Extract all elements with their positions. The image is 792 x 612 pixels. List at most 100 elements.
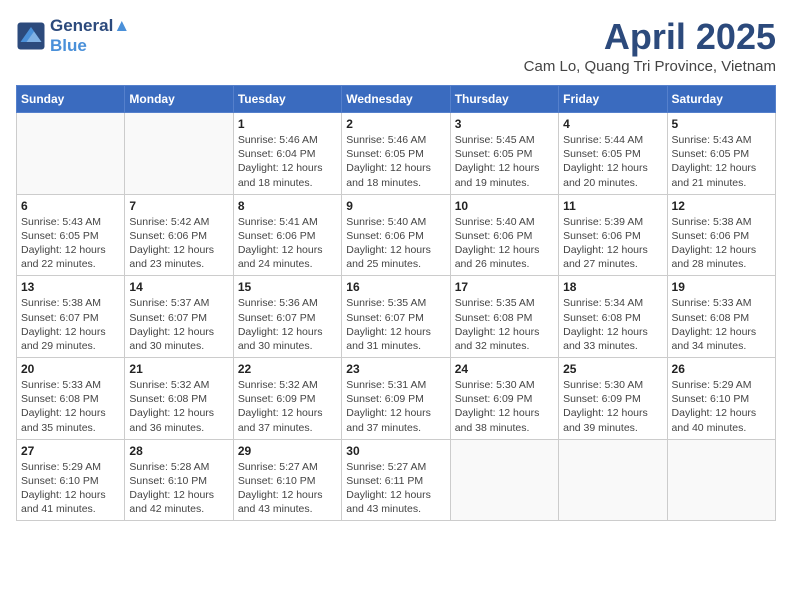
col-header-friday: Friday bbox=[559, 86, 667, 113]
col-header-saturday: Saturday bbox=[667, 86, 775, 113]
calendar-cell: 1 Sunrise: 5:46 AMSunset: 6:04 PMDaylight… bbox=[233, 113, 341, 195]
day-info: Sunrise: 5:43 AMSunset: 6:05 PMDaylight:… bbox=[672, 133, 771, 190]
day-info: Sunrise: 5:27 AMSunset: 6:11 PMDaylight:… bbox=[346, 460, 445, 517]
page-header: General▲ Blue April 2025 Cam Lo, Quang T… bbox=[16, 16, 776, 75]
day-number: 23 bbox=[346, 362, 445, 376]
calendar-table: SundayMondayTuesdayWednesdayThursdayFrid… bbox=[16, 85, 776, 521]
day-number: 3 bbox=[455, 117, 554, 131]
day-number: 15 bbox=[238, 280, 337, 294]
day-info: Sunrise: 5:37 AMSunset: 6:07 PMDaylight:… bbox=[129, 296, 228, 353]
calendar-cell: 28Sunrise: 5:28 AMSunset: 6:10 PMDayligh… bbox=[125, 439, 233, 521]
calendar-week-row: 20 Sunrise: 5:33 AMSunset: 6:08 PMDayligh… bbox=[17, 358, 776, 440]
calendar-week-row: 27Sunrise: 5:29 AMSunset: 6:10 PMDayligh… bbox=[17, 439, 776, 521]
calendar-cell: 27Sunrise: 5:29 AMSunset: 6:10 PMDayligh… bbox=[17, 439, 125, 521]
day-info: Sunrise: 5:33 AMSunset: 6:08 PMDaylight:… bbox=[21, 378, 120, 435]
calendar-cell: 2Sunrise: 5:46 AMSunset: 6:05 PMDaylight… bbox=[342, 113, 450, 195]
day-info: Sunrise: 5:30 AMSunset: 6:09 PMDaylight:… bbox=[563, 378, 662, 435]
logo-icon bbox=[16, 21, 46, 51]
day-number: 10 bbox=[455, 199, 554, 213]
calendar-week-row: 1 Sunrise: 5:46 AMSunset: 6:04 PMDaylight… bbox=[17, 113, 776, 195]
calendar-cell: 11 Sunrise: 5:39 AMSunset: 6:06 PMDayligh… bbox=[559, 194, 667, 276]
calendar-cell: 25 Sunrise: 5:30 AMSunset: 6:09 PMDayligh… bbox=[559, 358, 667, 440]
logo: General▲ Blue bbox=[16, 16, 130, 56]
day-number: 17 bbox=[455, 280, 554, 294]
day-number: 7 bbox=[129, 199, 228, 213]
col-header-wednesday: Wednesday bbox=[342, 86, 450, 113]
col-header-sunday: Sunday bbox=[17, 86, 125, 113]
day-info: Sunrise: 5:32 AMSunset: 6:09 PMDaylight:… bbox=[238, 378, 337, 435]
calendar-cell: 8 Sunrise: 5:41 AMSunset: 6:06 PMDaylight… bbox=[233, 194, 341, 276]
calendar-cell: 19 Sunrise: 5:33 AMSunset: 6:08 PMDayligh… bbox=[667, 276, 775, 358]
calendar-cell bbox=[125, 113, 233, 195]
calendar-cell: 7 Sunrise: 5:42 AMSunset: 6:06 PMDaylight… bbox=[125, 194, 233, 276]
day-info: Sunrise: 5:27 AMSunset: 6:10 PMDaylight:… bbox=[238, 460, 337, 517]
day-info: Sunrise: 5:38 AMSunset: 6:07 PMDaylight:… bbox=[21, 296, 120, 353]
calendar-cell: 23 Sunrise: 5:31 AMSunset: 6:09 PMDayligh… bbox=[342, 358, 450, 440]
day-info: Sunrise: 5:39 AMSunset: 6:06 PMDaylight:… bbox=[563, 215, 662, 272]
day-number: 21 bbox=[129, 362, 228, 376]
logo-text: General▲ Blue bbox=[50, 16, 130, 56]
day-info: Sunrise: 5:28 AMSunset: 6:10 PMDaylight:… bbox=[129, 460, 228, 517]
calendar-cell: 24Sunrise: 5:30 AMSunset: 6:09 PMDayligh… bbox=[450, 358, 558, 440]
day-info: Sunrise: 5:42 AMSunset: 6:06 PMDaylight:… bbox=[129, 215, 228, 272]
calendar-cell: 21 Sunrise: 5:32 AMSunset: 6:08 PMDayligh… bbox=[125, 358, 233, 440]
day-number: 18 bbox=[563, 280, 662, 294]
day-info: Sunrise: 5:35 AMSunset: 6:08 PMDaylight:… bbox=[455, 296, 554, 353]
day-info: Sunrise: 5:40 AMSunset: 6:06 PMDaylight:… bbox=[455, 215, 554, 272]
day-number: 24 bbox=[455, 362, 554, 376]
day-info: Sunrise: 5:45 AMSunset: 6:05 PMDaylight:… bbox=[455, 133, 554, 190]
calendar-cell: 30Sunrise: 5:27 AMSunset: 6:11 PMDayligh… bbox=[342, 439, 450, 521]
calendar-week-row: 6 Sunrise: 5:43 AMSunset: 6:05 PMDaylight… bbox=[17, 194, 776, 276]
col-header-tuesday: Tuesday bbox=[233, 86, 341, 113]
day-number: 5 bbox=[672, 117, 771, 131]
day-info: Sunrise: 5:34 AMSunset: 6:08 PMDaylight:… bbox=[563, 296, 662, 353]
day-number: 27 bbox=[21, 444, 120, 458]
calendar-cell: 18 Sunrise: 5:34 AMSunset: 6:08 PMDayligh… bbox=[559, 276, 667, 358]
day-number: 9 bbox=[346, 199, 445, 213]
day-number: 4 bbox=[563, 117, 662, 131]
day-number: 6 bbox=[21, 199, 120, 213]
calendar-header-row: SundayMondayTuesdayWednesdayThursdayFrid… bbox=[17, 86, 776, 113]
day-info: Sunrise: 5:33 AMSunset: 6:08 PMDaylight:… bbox=[672, 296, 771, 353]
calendar-cell: 29 Sunrise: 5:27 AMSunset: 6:10 PMDayligh… bbox=[233, 439, 341, 521]
day-info: Sunrise: 5:31 AMSunset: 6:09 PMDaylight:… bbox=[346, 378, 445, 435]
calendar-cell: 17 Sunrise: 5:35 AMSunset: 6:08 PMDayligh… bbox=[450, 276, 558, 358]
day-number: 29 bbox=[238, 444, 337, 458]
day-number: 2 bbox=[346, 117, 445, 131]
calendar-cell: 4 Sunrise: 5:44 AMSunset: 6:05 PMDaylight… bbox=[559, 113, 667, 195]
day-number: 12 bbox=[672, 199, 771, 213]
calendar-cell bbox=[450, 439, 558, 521]
col-header-thursday: Thursday bbox=[450, 86, 558, 113]
title-block: April 2025 Cam Lo, Quang Tri Province, V… bbox=[524, 16, 776, 75]
day-info: Sunrise: 5:32 AMSunset: 6:08 PMDaylight:… bbox=[129, 378, 228, 435]
calendar-cell: 26Sunrise: 5:29 AMSunset: 6:10 PMDayligh… bbox=[667, 358, 775, 440]
calendar-cell: 9 Sunrise: 5:40 AMSunset: 6:06 PMDaylight… bbox=[342, 194, 450, 276]
day-number: 1 bbox=[238, 117, 337, 131]
day-info: Sunrise: 5:29 AMSunset: 6:10 PMDaylight:… bbox=[672, 378, 771, 435]
day-number: 20 bbox=[21, 362, 120, 376]
day-number: 25 bbox=[563, 362, 662, 376]
calendar-cell bbox=[559, 439, 667, 521]
day-info: Sunrise: 5:35 AMSunset: 6:07 PMDaylight:… bbox=[346, 296, 445, 353]
day-info: Sunrise: 5:43 AMSunset: 6:05 PMDaylight:… bbox=[21, 215, 120, 272]
calendar-cell bbox=[667, 439, 775, 521]
calendar-cell: 3 Sunrise: 5:45 AMSunset: 6:05 PMDaylight… bbox=[450, 113, 558, 195]
calendar-cell: 12 Sunrise: 5:38 AMSunset: 6:06 PMDayligh… bbox=[667, 194, 775, 276]
calendar-cell: 14Sunrise: 5:37 AMSunset: 6:07 PMDayligh… bbox=[125, 276, 233, 358]
day-info: Sunrise: 5:38 AMSunset: 6:06 PMDaylight:… bbox=[672, 215, 771, 272]
calendar-week-row: 13Sunrise: 5:38 AMSunset: 6:07 PMDayligh… bbox=[17, 276, 776, 358]
day-number: 16 bbox=[346, 280, 445, 294]
day-info: Sunrise: 5:44 AMSunset: 6:05 PMDaylight:… bbox=[563, 133, 662, 190]
day-number: 19 bbox=[672, 280, 771, 294]
location: Cam Lo, Quang Tri Province, Vietnam bbox=[524, 58, 776, 75]
day-number: 22 bbox=[238, 362, 337, 376]
day-info: Sunrise: 5:40 AMSunset: 6:06 PMDaylight:… bbox=[346, 215, 445, 272]
day-number: 11 bbox=[563, 199, 662, 213]
calendar-cell: 15Sunrise: 5:36 AMSunset: 6:07 PMDayligh… bbox=[233, 276, 341, 358]
day-number: 8 bbox=[238, 199, 337, 213]
month-title: April 2025 bbox=[524, 16, 776, 58]
calendar-cell: 5 Sunrise: 5:43 AMSunset: 6:05 PMDaylight… bbox=[667, 113, 775, 195]
calendar-cell: 10 Sunrise: 5:40 AMSunset: 6:06 PMDayligh… bbox=[450, 194, 558, 276]
day-info: Sunrise: 5:41 AMSunset: 6:06 PMDaylight:… bbox=[238, 215, 337, 272]
day-info: Sunrise: 5:46 AMSunset: 6:04 PMDaylight:… bbox=[238, 133, 337, 190]
